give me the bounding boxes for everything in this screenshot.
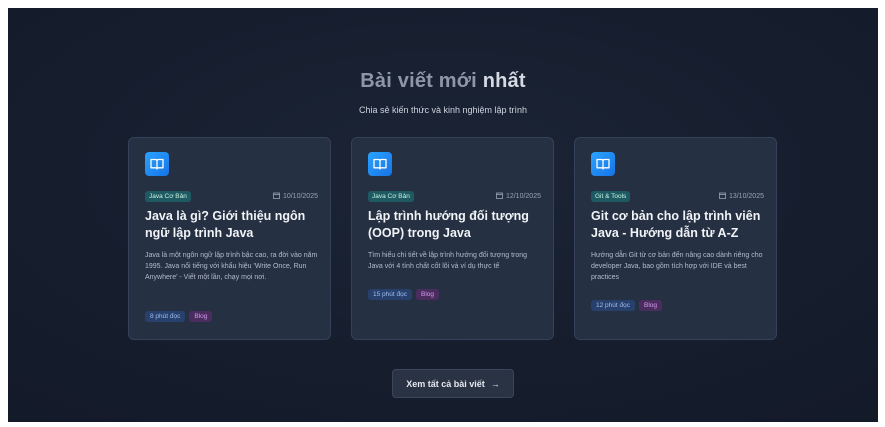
post-date: 10/10/2025 (273, 192, 318, 201)
blog-tag[interactable]: Blog (189, 311, 213, 322)
post-date-text: 10/10/2025 (282, 193, 318, 200)
post-title[interactable]: Lập trình hướng đối tượng (OOP) trong Ja… (368, 208, 541, 242)
calendar-icon (273, 192, 280, 201)
post-date: 13/10/2025 (719, 192, 764, 201)
read-time-badge: 15 phút đọc (368, 289, 412, 300)
section-title: Bài viết mới nhất (8, 70, 878, 93)
calendar-icon (719, 192, 726, 201)
post-date-text: 12/10/2025 (505, 193, 541, 200)
view-all-posts-button[interactable]: Xem tất cả bài viết → (392, 369, 514, 398)
post-description: Java là một ngôn ngữ lập trình bậc cao, … (145, 252, 318, 281)
post-card[interactable]: Java Cơ Bản 10/10/2025 Java là gì? Giới … (128, 137, 331, 340)
post-date-text: 13/10/2025 (728, 193, 764, 200)
book-icon (591, 152, 615, 176)
category-badge[interactable]: Java Cơ Bản (145, 191, 191, 202)
post-title[interactable]: Java là gì? Giới thiệu ngôn ngữ lập trìn… (145, 208, 318, 242)
book-icon (368, 152, 392, 176)
post-card[interactable]: Git & Tools 13/10/2025 Git cơ bản cho lậ… (574, 137, 777, 340)
post-card[interactable]: Java Cơ Bản 12/10/2025 Lập trình hướng đ… (351, 137, 554, 340)
post-title[interactable]: Git cơ bản cho lập trình viên Java - Hướ… (591, 208, 764, 242)
read-time-badge: 8 phút đọc (145, 311, 186, 322)
category-badge[interactable]: Java Cơ Bản (368, 191, 414, 202)
posts-section: Bài viết mới nhất Chia sẻ kiến thức và k… (8, 8, 878, 422)
book-icon (145, 152, 169, 176)
arrow-right-icon: → (490, 378, 500, 389)
post-description: Tìm hiểu chi tiết về lập trình hướng đối… (368, 252, 528, 270)
view-all-label: Xem tất cả bài viết (406, 378, 485, 389)
post-date: 12/10/2025 (496, 192, 541, 201)
blog-tag[interactable]: Blog (415, 289, 439, 300)
post-description: Hướng dẫn Git từ cơ bản đến nâng cao dàn… (591, 252, 763, 281)
section-title-accent: nhất (482, 70, 526, 92)
blog-tag[interactable]: Blog (638, 300, 662, 311)
category-badge[interactable]: Git & Tools (591, 191, 631, 202)
section-title-prefix: Bài viết mới (360, 70, 483, 92)
calendar-icon (496, 192, 503, 201)
read-time-badge: 12 phút đọc (591, 300, 635, 311)
section-subtitle: Chia sẻ kiến thức và kinh nghiệm lập trì… (358, 105, 528, 115)
